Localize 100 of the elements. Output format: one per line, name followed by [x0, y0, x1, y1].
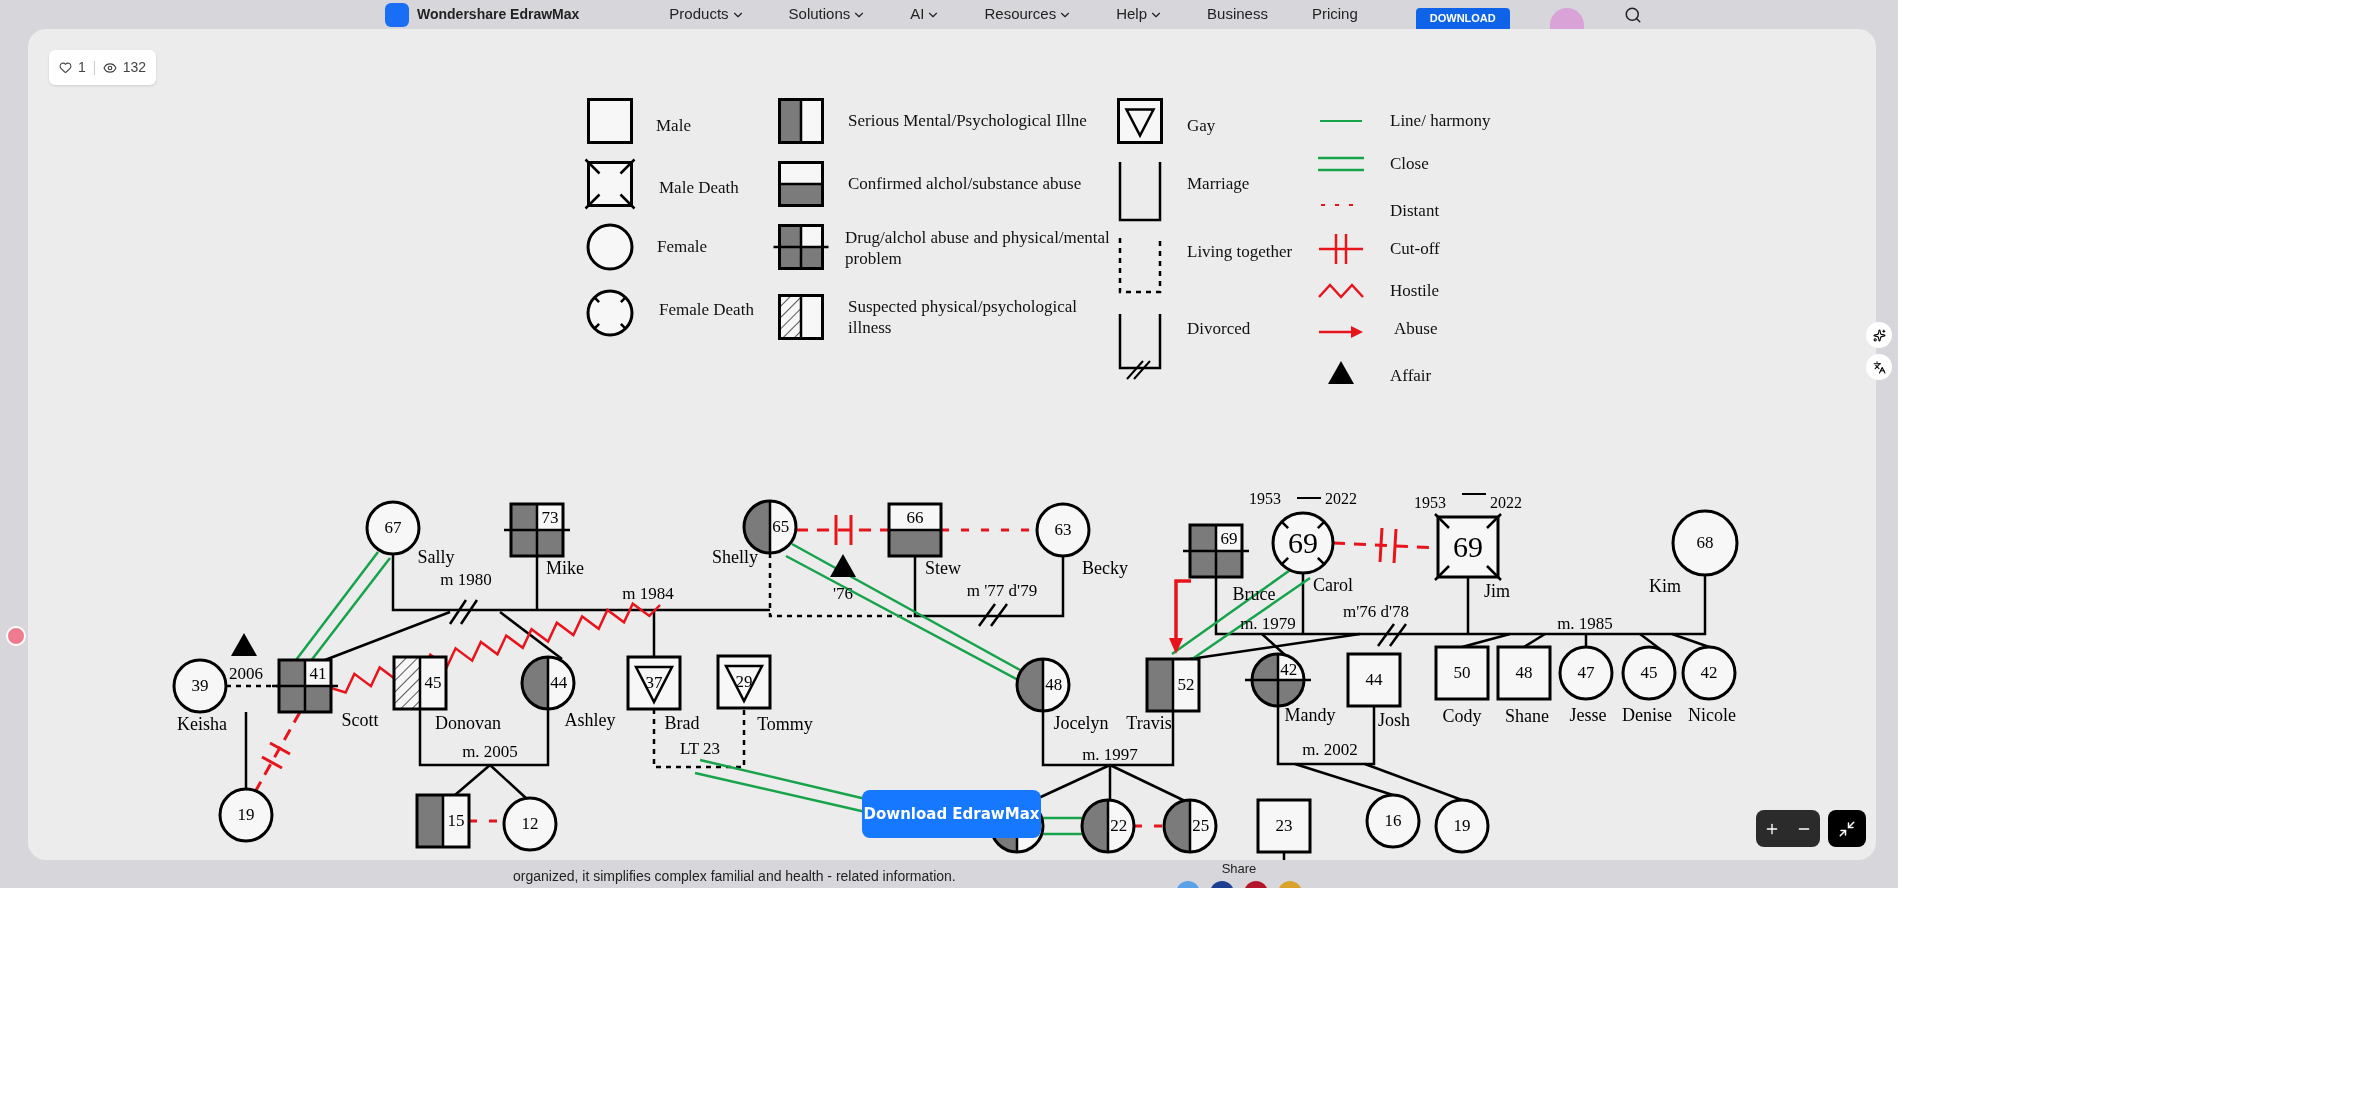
relationship-label: m. 1985 [1557, 613, 1613, 635]
legend-label: Close [1390, 153, 1429, 175]
nav-link[interactable]: Business [1207, 3, 1268, 26]
male-symbol [778, 294, 824, 340]
cutoff-line [1319, 234, 1363, 264]
age-label: 50 [1453, 662, 1471, 684]
death-year: 2022 [1490, 493, 1522, 513]
person-name: Travis [1126, 711, 1172, 735]
close-line [1040, 816, 1082, 836]
age-label: 41 [309, 663, 327, 685]
relationship-label: m 1984 [622, 583, 674, 605]
person-name: Kim [1649, 574, 1681, 598]
download-button[interactable]: Download EdrawMax [862, 790, 1041, 838]
birth-year: 1953 [1249, 489, 1281, 509]
age-label: 42 [1700, 662, 1718, 684]
legend-label: Divorced [1187, 318, 1251, 340]
age-label: 19 [237, 804, 255, 826]
person-name: Nicole [1688, 703, 1736, 727]
person-name: Shelly [712, 545, 758, 569]
legend-label: Line/ harmony [1390, 110, 1491, 132]
age-label: 48 [1515, 662, 1533, 684]
person-name: Tommy [757, 712, 813, 736]
legend-label: Suspected physical/psychological illness [848, 295, 1078, 339]
description-text: organized, it simplifies complex familial and health - related information. [513, 867, 957, 886]
share-label: Share [1221, 860, 1257, 875]
person-name: Stew [925, 556, 961, 580]
male-symbol [587, 98, 633, 144]
brand-name: Wondershare EdrawMax [417, 5, 580, 24]
legend-label: Hostile [1390, 280, 1440, 302]
hostile-line [1318, 283, 1364, 299]
relationship-label: m. 1997 [1082, 744, 1138, 766]
divorce-mark [448, 598, 479, 626]
person-name: Ashley [564, 708, 616, 732]
nav-link[interactable]: Pricing [1311, 3, 1358, 26]
legend-label: Male [656, 115, 691, 137]
legend-label: Male Death [659, 177, 739, 199]
age-label: 42 [1280, 659, 1298, 681]
person-name: Cody [1442, 704, 1482, 728]
collapse-icon [1838, 819, 1856, 838]
legend-label: Female Death [659, 299, 754, 321]
relationship-label: m '77 d'79 [966, 580, 1038, 602]
age-label: 44 [550, 672, 568, 694]
male-symbol [773, 224, 829, 270]
legend-label: Living together [1187, 241, 1293, 263]
male-symbol [584, 158, 636, 210]
sparkle-icon [1872, 328, 1886, 342]
person-name: Becky [1082, 556, 1128, 580]
age-label: 66 [906, 507, 924, 529]
age-label: 15 [447, 810, 465, 832]
nav-link[interactable]: AI [910, 3, 941, 26]
nav-link[interactable]: Products [669, 3, 745, 26]
nav-link[interactable]: Help [1116, 3, 1164, 26]
relationship-label: m'76 d'78 [1342, 601, 1410, 623]
relationship-label: '76 [832, 583, 854, 605]
legend-label: Cut-off [1390, 238, 1440, 260]
views-count: 132 [122, 58, 147, 77]
relationship-label: m. 1979 [1240, 613, 1296, 635]
divorced-line [1118, 314, 1162, 380]
age-label: 73 [541, 507, 559, 529]
age-label: 23 [1275, 815, 1293, 837]
male-symbol [778, 98, 824, 144]
nav-link[interactable]: Solutions [788, 3, 867, 26]
age-label: 63 [1054, 519, 1072, 541]
legend-label: Marriage [1187, 173, 1250, 195]
legend-label: Affair [1390, 365, 1432, 387]
divorce-mark [977, 602, 1009, 628]
distant-line [1134, 824, 1164, 828]
male-symbol [778, 161, 824, 207]
relationship-label: m. 2002 [1302, 739, 1358, 761]
nav-link[interactable]: Resources [984, 3, 1073, 26]
search-icon[interactable] [1623, 5, 1642, 24]
affair-triangle-icon [1328, 361, 1354, 384]
legend-label: Gay [1187, 115, 1216, 137]
legend-label: Drug/alchol abuse and physical/mental problem [845, 226, 1111, 270]
marriage-line [1118, 162, 1162, 222]
lifespan-dash [1296, 497, 1322, 499]
person-name: Jesse [1569, 703, 1607, 727]
person-name: Jim [1484, 579, 1510, 603]
person-name: Scott [341, 708, 379, 732]
abuse-arrow [1319, 326, 1363, 338]
age-label: 68 [1696, 532, 1714, 554]
affair-triangle-icon [830, 554, 856, 577]
relationship-label: m. 2005 [462, 741, 518, 763]
death-year: 2022 [1325, 489, 1357, 509]
divorce-mark [1376, 622, 1408, 648]
person-name: Mandy [1284, 703, 1336, 727]
legend-label: Female [657, 236, 708, 258]
female-symbol [586, 289, 634, 337]
logo-icon [385, 2, 409, 27]
person-name: Jocelyn [1053, 711, 1109, 735]
collapse-button[interactable] [1828, 810, 1866, 847]
person-name: Carol [1313, 573, 1353, 597]
download-nav-button[interactable]: DOWNLOAD [1415, 8, 1510, 29]
heart-icon[interactable] [59, 61, 72, 74]
age-label: 69 [1453, 529, 1483, 566]
relationship-label: LT 23 [679, 738, 721, 760]
age-label: 69 [1220, 528, 1238, 550]
lifespan-dash [1461, 493, 1487, 495]
age-label: 48 [1045, 674, 1063, 696]
translate-icon [1872, 360, 1886, 374]
